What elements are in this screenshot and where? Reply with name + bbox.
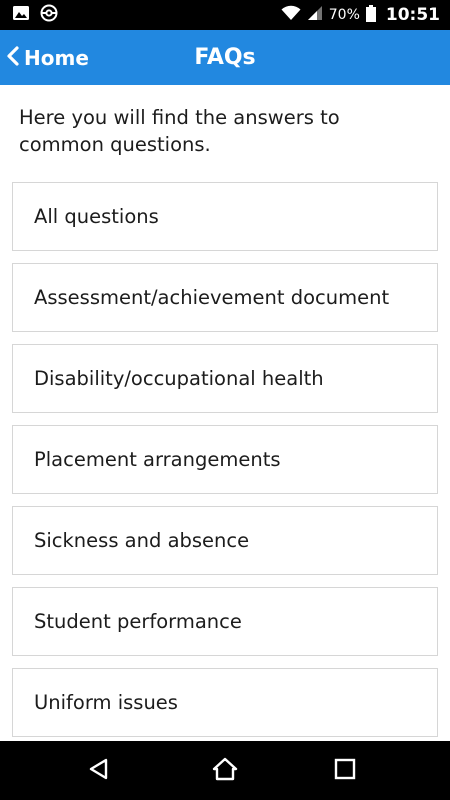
faq-item-label: Sickness and absence — [34, 529, 250, 552]
faq-item-label: Assessment/achievement document — [34, 286, 390, 309]
chevron-left-icon — [6, 45, 20, 71]
nav-back-button[interactable] — [59, 741, 139, 800]
faq-item-label: Placement arrangements — [34, 448, 281, 471]
faq-item-placement[interactable]: Placement arrangements — [12, 425, 438, 494]
faq-item-label: Uniform issues — [34, 691, 178, 714]
faq-item-all-questions[interactable]: All questions — [12, 182, 438, 251]
recents-square-icon — [334, 758, 356, 784]
faq-item-label: Student performance — [34, 610, 242, 633]
intro-text: Here you will find the answers to common… — [19, 106, 340, 156]
battery-percent: 70% — [328, 7, 360, 23]
image-icon — [12, 5, 30, 25]
home-icon — [212, 757, 238, 785]
battery-icon — [365, 4, 376, 26]
faq-item-assessment[interactable]: Assessment/achievement document — [12, 263, 438, 332]
navigation-bar — [0, 741, 450, 800]
faq-item-disability[interactable]: Disability/occupational health — [12, 344, 438, 413]
faq-item-label: Disability/occupational health — [34, 367, 324, 390]
faq-item-student-performance[interactable]: Student performance — [12, 587, 438, 656]
back-button[interactable]: Home — [6, 30, 89, 85]
faq-item-sickness[interactable]: Sickness and absence — [12, 506, 438, 575]
signal-icon — [307, 5, 323, 25]
nav-home-button[interactable] — [185, 741, 265, 800]
faq-item-label: All questions — [34, 205, 159, 228]
pokeball-icon — [40, 4, 58, 26]
app-header: Home FAQs — [0, 30, 450, 85]
back-label: Home — [24, 45, 89, 70]
nav-recents-button[interactable] — [305, 741, 385, 800]
faq-list: All questions Assessment/achievement doc… — [12, 182, 438, 749]
faq-item-uniform[interactable]: Uniform issues — [12, 668, 438, 737]
status-time: 10:51 — [385, 5, 440, 25]
back-triangle-icon — [87, 757, 111, 785]
wifi-icon — [281, 5, 301, 25]
status-bar: 70% 10:51 — [0, 0, 450, 30]
